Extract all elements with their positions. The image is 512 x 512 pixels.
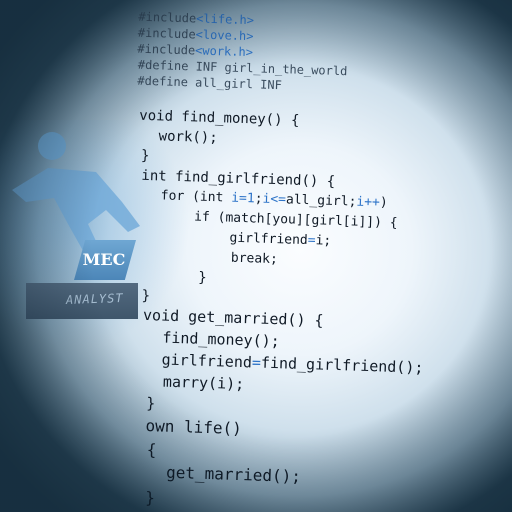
code-line-14: } [197, 269, 207, 286]
code-line-3: #include<work.h> [137, 41, 254, 60]
code-line-1: #include<life.h> [138, 9, 255, 28]
code-line-13: break; [230, 250, 279, 268]
code-line-6: void find_money() { [139, 107, 300, 129]
code-line-11: if (match[you][girl[i]]) { [193, 209, 398, 231]
code-line-24: } [145, 488, 156, 508]
code-line-10: for (int i=1;i<=all_girl;i++) [160, 188, 388, 211]
code-block: #include<life.h> #include<love.h> #inclu… [0, 0, 512, 512]
code-line-16: void get_married() { [142, 305, 324, 330]
code-line-2: #include<love.h> [137, 25, 254, 44]
code-line-17: find_money(); [162, 328, 280, 351]
code-line-5: #define all_girl INF [137, 73, 283, 93]
code-line-7: work(); [158, 128, 218, 147]
code-line-20: } [145, 394, 156, 413]
code-line-19: marry(i); [162, 372, 245, 394]
code-photo: MEC ANALYST #include<life.h> #include<lo… [0, 0, 512, 512]
code-line-22: { [146, 440, 157, 460]
code-line-23: get_married(); [165, 462, 302, 486]
code-line-8: } [140, 147, 150, 165]
code-line-9: int find_girlfriend() { [141, 167, 336, 190]
code-line-12: girlfriend=i; [229, 230, 332, 249]
code-line-21: own life() [145, 416, 243, 439]
code-line-15: } [141, 287, 151, 305]
